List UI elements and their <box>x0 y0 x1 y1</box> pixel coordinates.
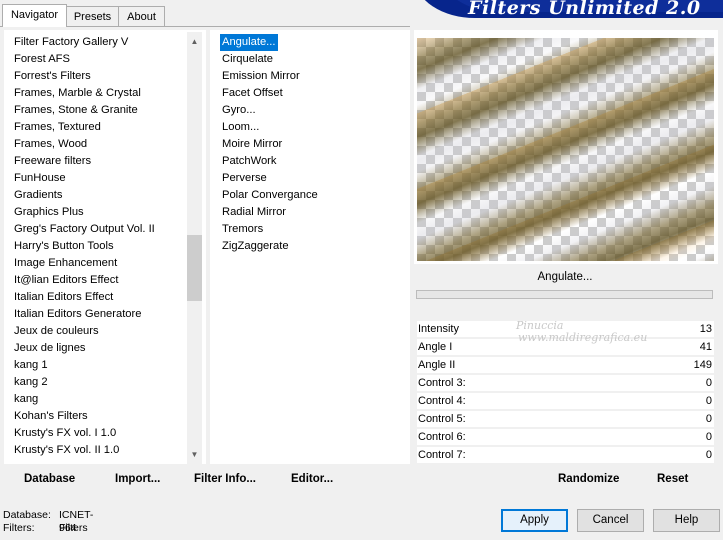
category-item[interactable]: Kohan's Filters <box>14 408 88 425</box>
filter-info-button[interactable]: Filter Info... <box>194 472 256 486</box>
filter-item[interactable]: Loom... <box>222 119 259 136</box>
filter-item-selected[interactable]: Angulate... <box>219 33 279 52</box>
control-value[interactable]: 149 <box>694 357 712 373</box>
category-scrollbar-thumb[interactable] <box>187 235 202 301</box>
database-button[interactable]: Database <box>24 472 75 486</box>
apply-button[interactable]: Apply <box>501 509 568 532</box>
category-item[interactable]: kang 2 <box>14 374 48 391</box>
scroll-down-arrow-icon[interactable]: ▼ <box>187 446 202 463</box>
category-item[interactable]: kang <box>14 391 38 408</box>
control-row-5[interactable]: Control 5: 0 <box>417 411 714 427</box>
control-row-7[interactable]: Control 7: 0 <box>417 447 714 463</box>
category-item[interactable]: It@lian Editors Effect <box>14 272 118 289</box>
status-filters-label: Filters: <box>3 522 35 534</box>
filter-item[interactable]: Perverse <box>222 170 267 187</box>
category-item[interactable]: Italian Editors Generatore <box>14 306 141 323</box>
category-item[interactable]: Freeware filters <box>14 153 91 170</box>
editor-button[interactable]: Editor... <box>291 472 333 486</box>
tab-about[interactable]: About <box>118 6 165 26</box>
category-item[interactable]: Gradients <box>14 187 63 204</box>
control-name: Control 6: <box>418 431 466 443</box>
category-item[interactable]: Italian Editors Effect <box>14 289 113 306</box>
control-name: Angle I <box>418 341 453 353</box>
category-item[interactable]: Krusty's FX vol. I 1.0 <box>14 425 116 442</box>
status-filters: Filters: 964 <box>3 522 77 535</box>
control-value[interactable]: 0 <box>706 393 712 409</box>
status-filters-value: 964 <box>59 522 77 534</box>
control-name: Control 5: <box>418 413 466 425</box>
control-row-4[interactable]: Control 4: 0 <box>417 393 714 409</box>
control-value[interactable]: 41 <box>700 339 712 355</box>
category-item[interactable]: Forrest's Filters <box>14 68 91 85</box>
selected-filter-label: Angulate... <box>537 271 593 283</box>
app-title: Filters Unlimited 2.0 <box>468 0 701 19</box>
randomize-button[interactable]: Randomize <box>558 472 619 486</box>
control-value[interactable]: 0 <box>706 411 712 427</box>
control-value[interactable]: 0 <box>706 447 712 463</box>
control-row-3[interactable]: Control 3: 0 <box>417 375 714 391</box>
filter-item[interactable]: Moire Mirror <box>222 136 282 153</box>
filter-item[interactable]: Polar Convergance <box>222 187 318 204</box>
progress-bar <box>416 290 713 299</box>
category-item[interactable]: Krusty's FX vol. II 1.0 <box>14 442 119 459</box>
control-value[interactable]: 0 <box>706 429 712 445</box>
category-item[interactable]: Frames, Marble & Crystal <box>14 85 141 102</box>
reset-button[interactable]: Reset <box>657 472 688 486</box>
control-name: Control 3: <box>418 377 466 389</box>
help-button[interactable]: Help <box>653 509 720 532</box>
control-value[interactable]: 0 <box>706 375 712 391</box>
filter-item[interactable]: Facet Offset <box>222 85 283 102</box>
category-item[interactable]: Forest AFS <box>14 51 70 68</box>
category-item-selected[interactable]: FunHouse <box>14 170 66 187</box>
tab-navigator[interactable]: Navigator <box>2 4 67 27</box>
filter-item[interactable]: ZigZaggerate <box>222 238 289 255</box>
status-database: Database: ICNET-Filters <box>3 509 93 534</box>
category-item[interactable]: Greg's Factory Output Vol. II <box>14 221 155 238</box>
control-row-angle-2[interactable]: Angle II 149 <box>417 357 714 373</box>
category-item[interactable]: Frames, Textured <box>14 119 101 136</box>
import-button[interactable]: Import... <box>115 472 160 486</box>
scroll-up-arrow-icon[interactable]: ▲ <box>187 33 202 50</box>
control-name: Control 7: <box>418 449 466 461</box>
filter-item[interactable]: Cirquelate <box>222 51 273 68</box>
category-item[interactable]: Jeux de lignes <box>14 340 86 357</box>
tab-presets[interactable]: Presets <box>66 6 119 26</box>
category-item[interactable]: Frames, Stone & Granite <box>14 102 138 119</box>
filter-preview-image <box>417 38 714 261</box>
control-row-6[interactable]: Control 6: 0 <box>417 429 714 445</box>
watermark-url: www.maldiregrafica.eu <box>518 331 648 344</box>
control-name: Control 4: <box>418 395 466 407</box>
control-name: Angle II <box>418 359 456 371</box>
control-name: Intensity <box>418 323 459 335</box>
category-item[interactable]: kang 1 <box>14 357 48 374</box>
category-item[interactable]: Graphics Plus <box>14 204 84 221</box>
filter-item[interactable]: Gyro... <box>222 102 256 119</box>
filter-item[interactable]: Emission Mirror <box>222 68 300 85</box>
category-item[interactable]: Filter Factory Gallery V <box>14 34 128 51</box>
control-value[interactable]: 13 <box>700 321 712 337</box>
category-item[interactable]: Image Enhancement <box>14 255 117 272</box>
cancel-button[interactable]: Cancel <box>577 509 644 532</box>
filter-item[interactable]: PatchWork <box>222 153 277 170</box>
filter-item[interactable]: Radial Mirror <box>222 204 286 221</box>
category-item[interactable]: Jeux de couleurs <box>14 323 99 340</box>
category-item[interactable]: Harry's Button Tools <box>14 238 114 255</box>
filter-item[interactable]: Tremors <box>222 221 263 238</box>
status-database-label: Database: <box>3 509 51 521</box>
category-item[interactable]: Frames, Wood <box>14 136 87 153</box>
watermark: Pinuccia www.maldiregrafica.eu <box>478 320 647 344</box>
